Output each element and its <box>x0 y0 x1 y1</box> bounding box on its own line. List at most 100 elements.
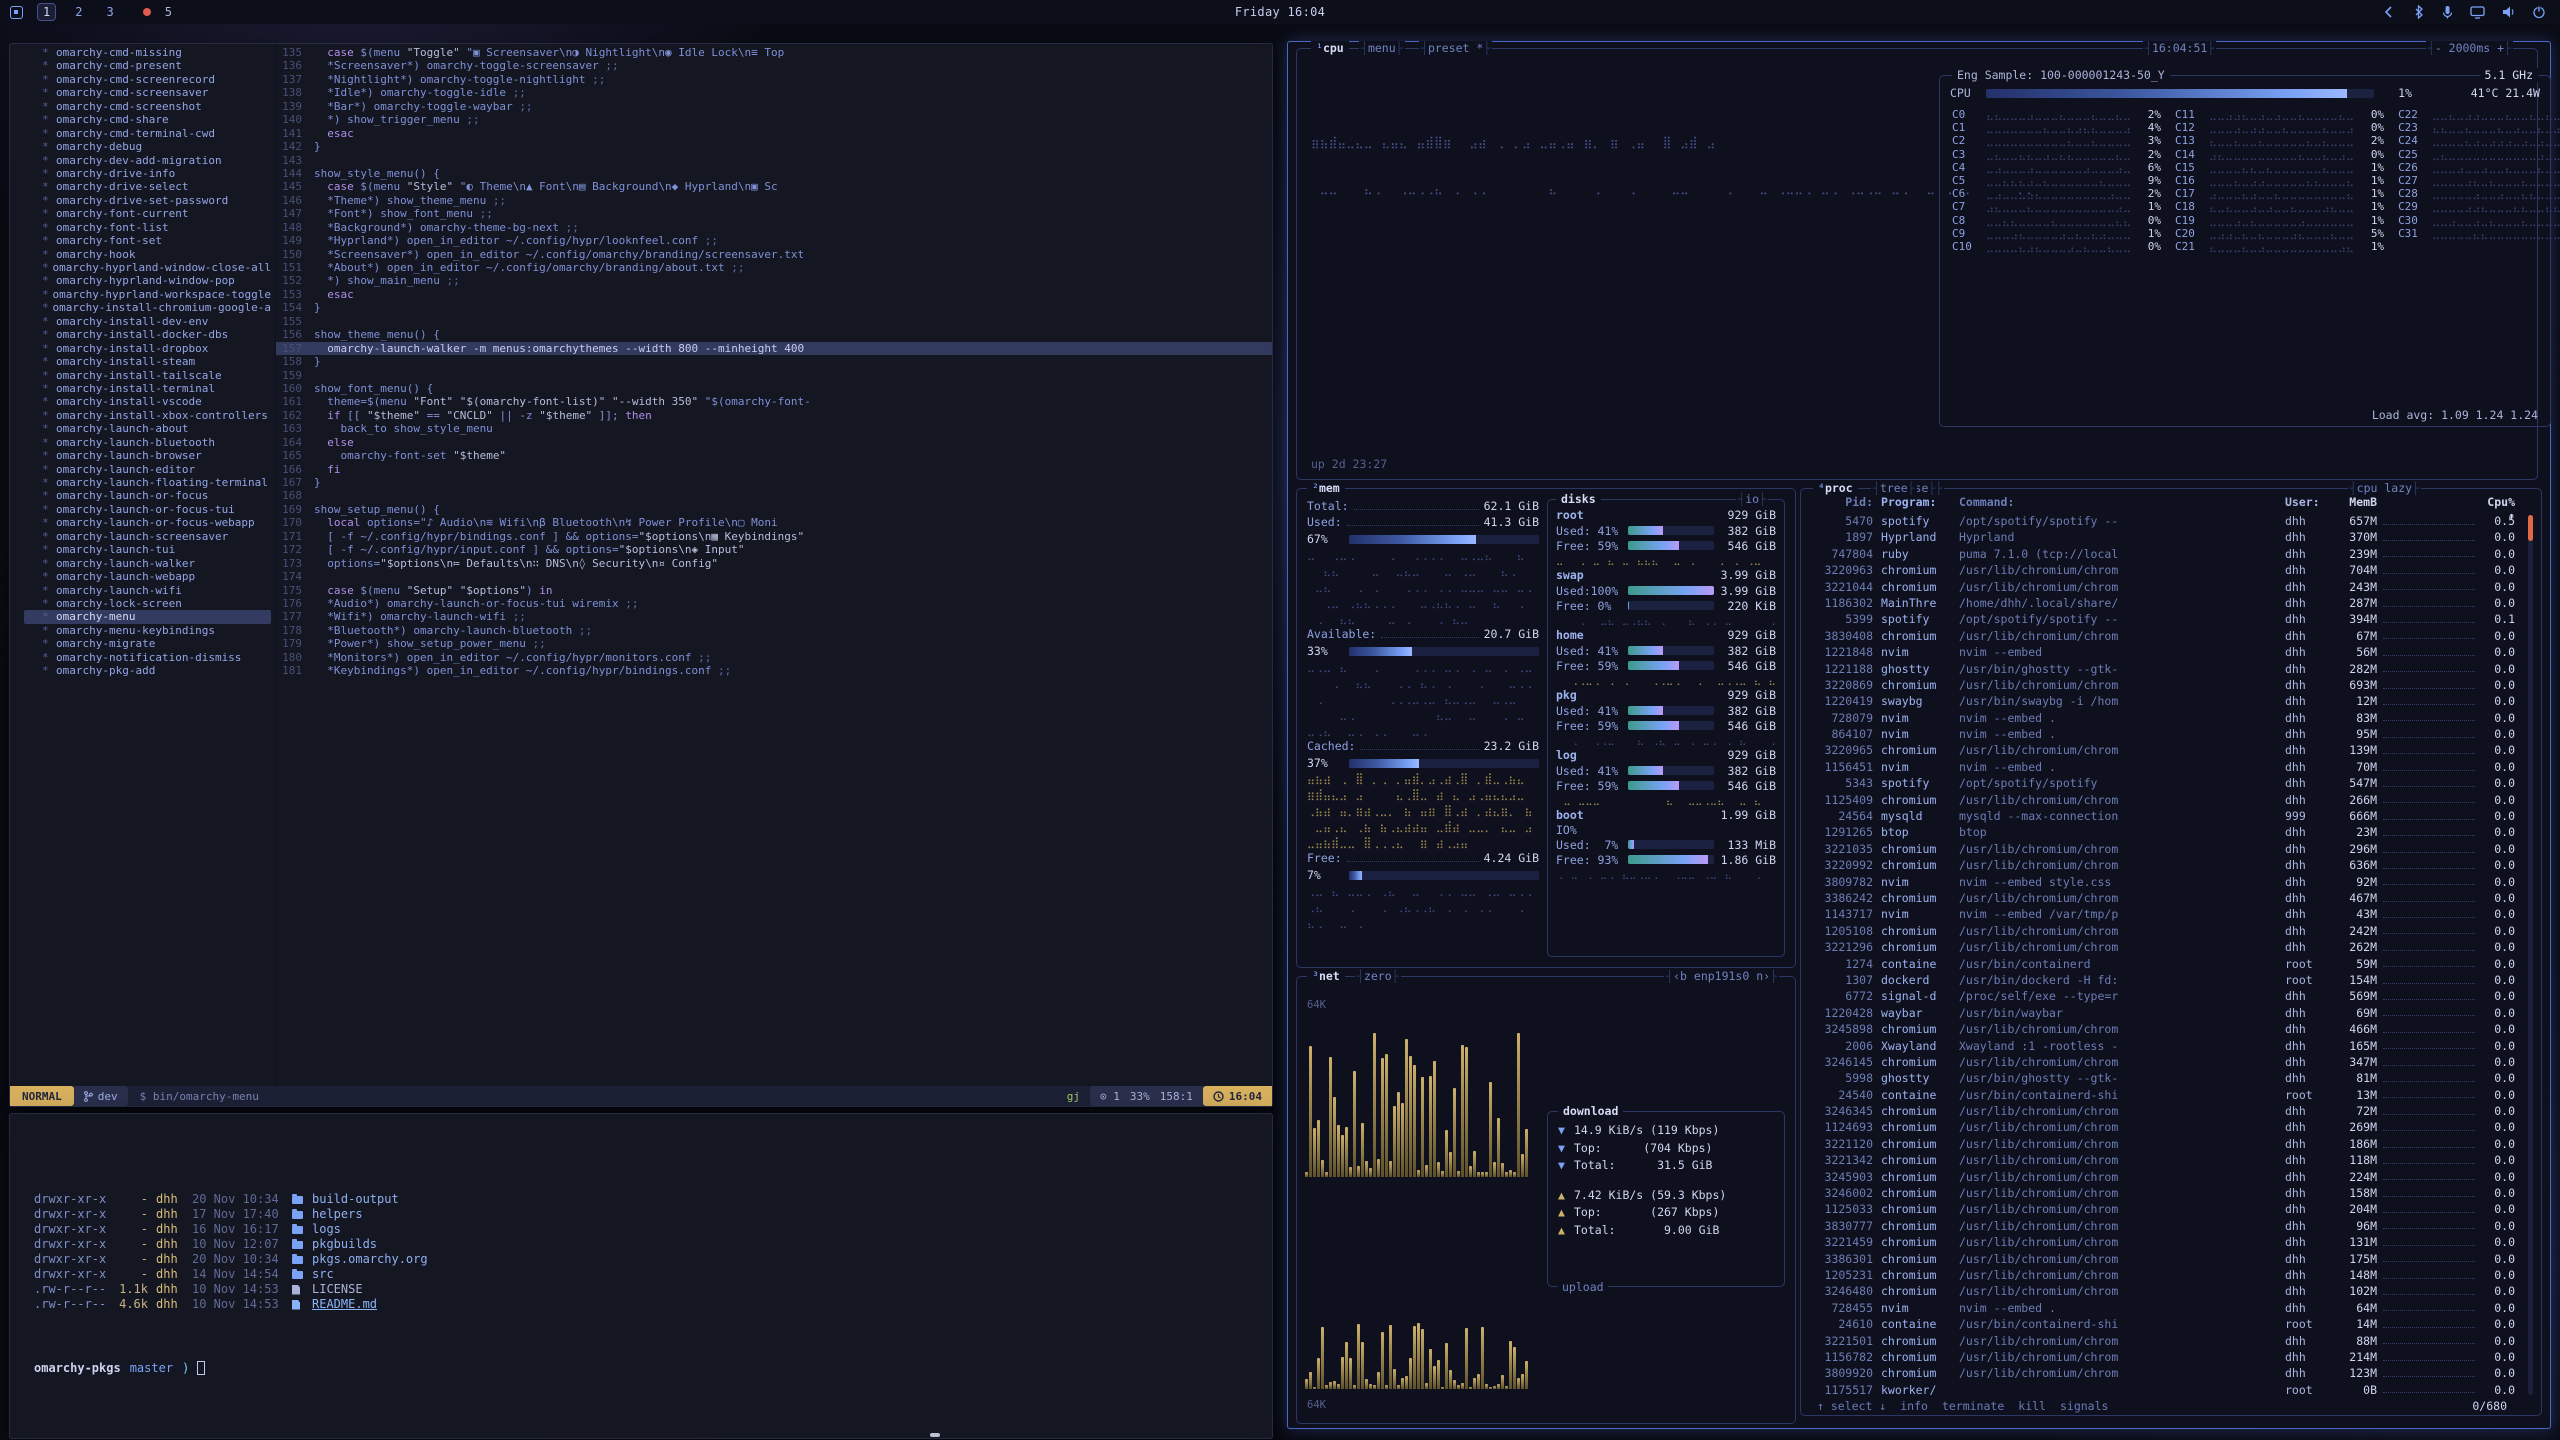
process-row[interactable]: 3221044 chromium /usr/lib/chromium/chrom… <box>1811 579 2515 595</box>
file-tree-item[interactable]: *omarchy-cmd-share <box>24 113 271 126</box>
scrollbar-thumb[interactable] <box>2528 515 2533 541</box>
process-row[interactable]: 1124693 chromium /usr/lib/chromium/chrom… <box>1811 1119 2515 1135</box>
process-row[interactable]: 1291265 btop btop dhh 23M 0.0 <box>1811 824 2515 840</box>
code-line[interactable]: 155 <box>276 315 1272 328</box>
process-row[interactable]: 24610 containe /usr/bin/containerd-shi r… <box>1811 1316 2515 1332</box>
process-row[interactable]: 2006 Xwayland Xwayland :1 -rootless - dh… <box>1811 1038 2515 1054</box>
process-row[interactable]: 728079 nvim nvim --embed . dhh 83M 0.0 <box>1811 710 2515 726</box>
process-row[interactable]: 3220963 chromium /usr/lib/chromium/chrom… <box>1811 562 2515 578</box>
file-entry-name[interactable]: README.md <box>312 1297 377 1312</box>
chevron-left-icon[interactable] <box>2382 5 2396 19</box>
file-tree-item[interactable]: *omarchy-font-set <box>24 234 271 247</box>
code-line[interactable]: 162 if [[ "$theme" == "CNCLD" || -z "$th… <box>276 409 1272 422</box>
file-tree-item[interactable]: *omarchy-launch-or-focus-webapp <box>24 516 271 529</box>
code-line[interactable]: 168 <box>276 489 1272 502</box>
process-row[interactable]: 1125409 chromium /usr/lib/chromium/chrom… <box>1811 792 2515 808</box>
code-line[interactable]: 140 *) show_trigger_menu ;; <box>276 113 1272 126</box>
process-row[interactable]: 1156782 chromium /usr/lib/chromium/chrom… <box>1811 1349 2515 1365</box>
process-row[interactable]: 3221342 chromium /usr/lib/chromium/chrom… <box>1811 1152 2515 1168</box>
process-row[interactable]: 5470 spotify /opt/spotify/spotify -- dhh… <box>1811 513 2515 529</box>
code-line[interactable]: 137 *Nightlight*) omarchy-toggle-nightli… <box>276 73 1272 86</box>
process-row[interactable]: 5998 ghostty /usr/bin/ghostty --gtk- dhh… <box>1811 1070 2515 1086</box>
process-row[interactable]: 1205231 chromium /usr/lib/chromium/chrom… <box>1811 1267 2515 1283</box>
microphone-icon[interactable] <box>2441 5 2454 19</box>
process-row[interactable]: 1897 Hyprland Hyprland dhh 370M 0.0 <box>1811 529 2515 545</box>
file-tree-item[interactable]: *omarchy-launch-webapp <box>24 570 271 583</box>
file-tree-item[interactable]: *omarchy-hyprland-workspace-toggle <box>24 288 271 301</box>
process-row[interactable]: 5343 spotify /opt/spotify/spotify dhh 54… <box>1811 775 2515 791</box>
file-tree-item[interactable]: *omarchy-hook <box>24 248 271 261</box>
code-line[interactable]: 160show_font_menu() { <box>276 382 1272 395</box>
file-tree-item[interactable]: *omarchy-launch-floating-terminal <box>24 476 271 489</box>
file-tree-item[interactable]: *omarchy-install-steam <box>24 355 271 368</box>
code-line[interactable]: 161 theme=$(menu "Font" "$(omarchy-font-… <box>276 395 1272 408</box>
process-row[interactable]: 3221035 chromium /usr/lib/chromium/chrom… <box>1811 841 2515 857</box>
code-line[interactable]: 144show_style_menu() { <box>276 167 1272 180</box>
code-line[interactable]: 169show_setup_menu() { <box>276 503 1272 516</box>
process-row[interactable]: 1307 dockerd /usr/bin/dockerd -H fd: roo… <box>1811 972 2515 988</box>
file-tree-item[interactable]: *omarchy-launch-walker <box>24 557 271 570</box>
code-line[interactable]: 172 [ -f ~/.config/hypr/input.conf ] && … <box>276 543 1272 556</box>
file-listing-row[interactable]: drwxr-xr-x - dhh 20 Nov 10:34 pkgs.omarc… <box>34 1252 1272 1267</box>
code-line[interactable]: 156show_theme_menu() { <box>276 328 1272 341</box>
code-line[interactable]: 148 *Background*) omarchy-theme-bg-next … <box>276 221 1272 234</box>
code-line[interactable]: 174 <box>276 570 1272 583</box>
code-line[interactable]: 149 *Hyprland*) open_in_editor ~/.config… <box>276 234 1272 247</box>
process-row[interactable]: 3220965 chromium /usr/lib/chromium/chrom… <box>1811 742 2515 758</box>
process-row[interactable]: 1220419 swaybg /usr/bin/swaybg -i /hom d… <box>1811 693 2515 709</box>
code-line[interactable]: 176 *Audio*) omarchy-launch-or-focus-tui… <box>276 597 1272 610</box>
process-row[interactable]: 728455 nvim nvim --embed . dhh 64M 0.0 <box>1811 1300 2515 1316</box>
code-line[interactable]: 154} <box>276 301 1272 314</box>
code-line[interactable]: 151 *About*) open_in_editor ~/.config/om… <box>276 261 1272 274</box>
code-line[interactable]: 147 *Font*) show_font_menu ;; <box>276 207 1272 220</box>
menu-tab[interactable]: menu <box>1359 41 1405 55</box>
file-entry-name[interactable]: build-output <box>312 1192 399 1207</box>
file-tree-item[interactable]: *omarchy-menu-keybindings <box>24 624 271 637</box>
process-scrollbar[interactable] <box>2528 515 2533 1395</box>
code-line[interactable]: 166 fi <box>276 463 1272 476</box>
file-tree-item[interactable]: *omarchy-cmd-screenrecord <box>24 73 271 86</box>
code-line[interactable]: 179 *Power*) show_setup_power_menu ;; <box>276 637 1272 650</box>
file-tree-item[interactable]: *omarchy-cmd-screenshot <box>24 100 271 113</box>
process-row[interactable]: 1205108 chromium /usr/lib/chromium/chrom… <box>1811 923 2515 939</box>
file-tree-item[interactable]: *omarchy-font-current <box>24 207 271 220</box>
volume-icon[interactable] <box>2501 5 2516 19</box>
display-icon[interactable] <box>2470 5 2485 19</box>
code-line[interactable]: 175 case $(menu "Setup" "$options") in <box>276 584 1272 597</box>
file-listing-row[interactable]: drwxr-xr-x - dhh 20 Nov 10:34 build-outp… <box>34 1192 1272 1207</box>
file-listing-row[interactable]: drwxr-xr-x - dhh 17 Nov 17:40 helpers <box>34 1207 1272 1222</box>
process-row[interactable]: 5399 spotify /opt/spotify/spotify -- dhh… <box>1811 611 2515 627</box>
code-line[interactable]: 170 local options="♪ Audio\n≋ Wifi\nβ Bl… <box>276 516 1272 529</box>
file-tree-item[interactable]: *omarchy-launch-screensaver <box>24 530 271 543</box>
code-line[interactable]: 141 esac <box>276 127 1272 140</box>
power-icon[interactable] <box>2532 5 2546 19</box>
proc-sort-selector[interactable]: cpu lazy <box>2348 481 2421 495</box>
process-row[interactable]: 3386301 chromium /usr/lib/chromium/chrom… <box>1811 1251 2515 1267</box>
process-row[interactable]: 1175517 kworker/ root 0B 0.0 <box>1811 1382 2515 1397</box>
file-tree-item[interactable]: *omarchy-migrate <box>24 637 271 650</box>
process-row[interactable]: 1143717 nvim nvim --embed /var/tmp/p dhh… <box>1811 906 2515 922</box>
file-tree-item[interactable]: *omarchy-cmd-missing <box>24 46 271 59</box>
file-tree-item[interactable]: *omarchy-cmd-screensaver <box>24 86 271 99</box>
proc-footer-action[interactable]: ↑ select ↓ <box>1817 1399 1886 1413</box>
file-tree-item[interactable]: *omarchy-lock-screen <box>24 597 271 610</box>
process-row[interactable]: 3246002 chromium /usr/lib/chromium/chrom… <box>1811 1185 2515 1201</box>
file-entry-name[interactable]: logs <box>312 1222 341 1237</box>
process-row[interactable]: 3246480 chromium /usr/lib/chromium/chrom… <box>1811 1283 2515 1299</box>
file-tree-item[interactable]: *omarchy-drive-info <box>24 167 271 180</box>
process-row[interactable]: 747804 ruby puma 7.1.0 (tcp://local dhh … <box>1811 546 2515 562</box>
file-tree-item[interactable]: *omarchy-font-list <box>24 221 271 234</box>
file-tree-item[interactable]: *omarchy-drive-select <box>24 180 271 193</box>
proc-footer-action[interactable]: info <box>1900 1399 1928 1413</box>
file-tree-item[interactable]: *omarchy-install-dev-env <box>24 315 271 328</box>
code-line[interactable]: 153 esac <box>276 288 1272 301</box>
code-line[interactable]: 171 [ -f ~/.config/hypr/bindings.conf ] … <box>276 530 1272 543</box>
process-row[interactable]: 24564 mysqld mysqld --max-connection 999… <box>1811 808 2515 824</box>
code-line[interactable]: 173 options="$options\n≔ Defaults\n∷ DNS… <box>276 557 1272 570</box>
process-row[interactable]: 3386242 chromium /usr/lib/chromium/chrom… <box>1811 890 2515 906</box>
process-row[interactable]: 3220869 chromium /usr/lib/chromium/chrom… <box>1811 677 2515 693</box>
file-tree-item[interactable]: *omarchy-install-chromium-google-a <box>24 301 271 314</box>
file-listing-row[interactable]: drwxr-xr-x - dhh 10 Nov 12:07 pkgbuilds <box>34 1237 1272 1252</box>
code-line[interactable]: 135 case $(menu "Toggle" "▣ Screensaver\… <box>276 46 1272 59</box>
file-entry-name[interactable]: pkgs.omarchy.org <box>312 1252 428 1267</box>
